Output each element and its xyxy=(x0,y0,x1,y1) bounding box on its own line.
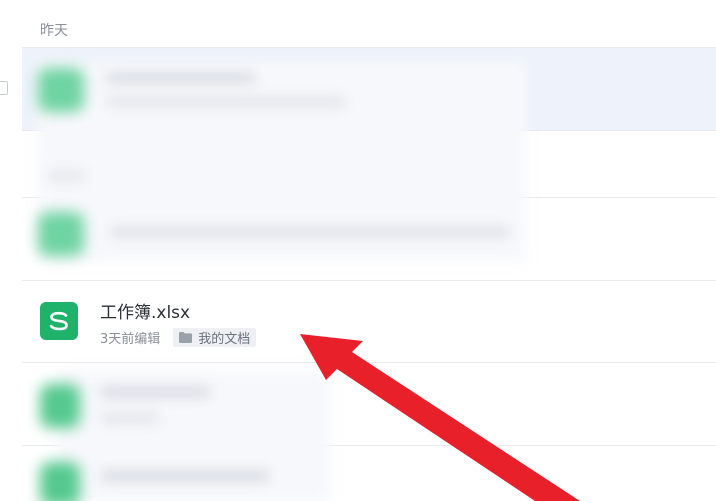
blurred-file-icon xyxy=(40,462,80,501)
blurred-text xyxy=(100,386,210,398)
file-list-page: 昨天 工作簿.xlsx 3天前编辑 我的文档 xyxy=(0,0,716,501)
blurred-text xyxy=(110,226,510,238)
file-row[interactable]: 工作簿.xlsx 3天前编辑 我的文档 xyxy=(22,281,716,363)
blurred-text xyxy=(100,412,160,424)
blurred-text xyxy=(106,96,346,108)
spreadsheet-icon xyxy=(40,302,78,340)
blurred-text xyxy=(46,170,86,182)
blurred-file-icon xyxy=(38,212,84,256)
file-meta: 3天前编辑 我的文档 xyxy=(100,327,257,347)
blurred-file-icon xyxy=(38,68,84,112)
edited-time: 3天前编辑 xyxy=(100,331,161,347)
date-group-header: 昨天 xyxy=(40,23,68,39)
blurred-text xyxy=(100,470,270,482)
folder-tag[interactable]: 我的文档 xyxy=(173,327,257,347)
folder-icon xyxy=(179,331,193,343)
blurred-text xyxy=(106,72,256,84)
select-checkbox[interactable] xyxy=(0,81,8,95)
file-name[interactable]: 工作簿.xlsx xyxy=(100,298,190,323)
folder-name: 我的文档 xyxy=(198,331,251,347)
blurred-file-icon xyxy=(40,384,80,428)
